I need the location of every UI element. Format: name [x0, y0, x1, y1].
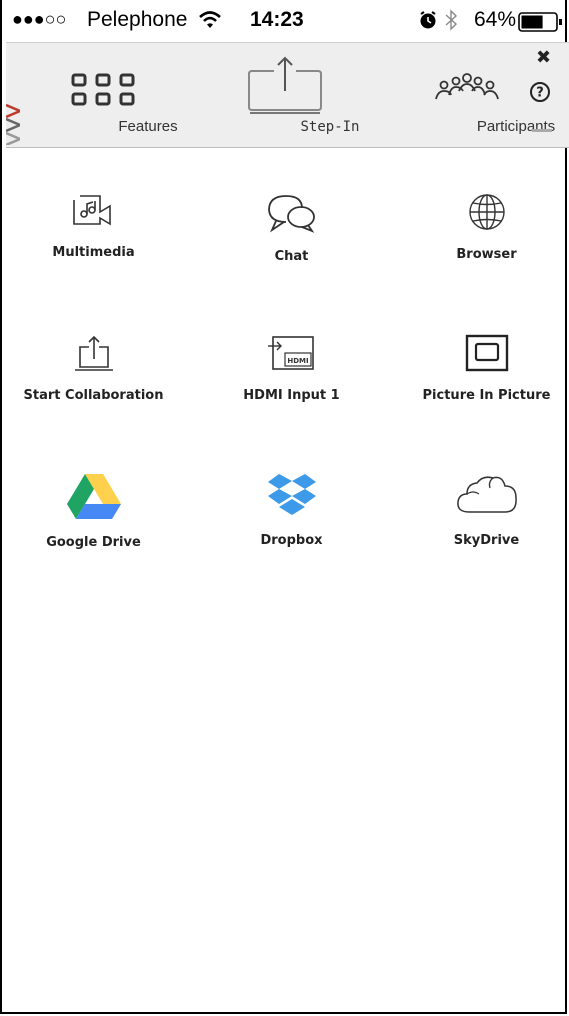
wifi-icon	[198, 10, 222, 36]
feature-label: HDMI Input 1	[243, 388, 340, 403]
google-drive-icon	[6, 472, 181, 525]
feature-label: Chat	[274, 249, 309, 264]
svg-text:HDMI: HDMI	[287, 357, 308, 365]
cloud-icon	[399, 472, 569, 523]
help-icon[interactable]: ?	[529, 81, 551, 108]
battery-percent: 64%	[474, 8, 517, 31]
feature-label: Dropbox	[260, 533, 323, 548]
feature-start-collaboration[interactable]: Start Collaboration	[6, 333, 181, 403]
tab-features[interactable]: Features	[58, 43, 178, 149]
feature-label: Multimedia	[52, 245, 135, 260]
tab-step-in[interactable]: Step-In	[240, 43, 360, 149]
feature-label: Google Drive	[46, 535, 141, 550]
feature-google-drive[interactable]: Google Drive	[6, 472, 181, 550]
feature-label: SkyDrive	[453, 533, 520, 548]
feature-label: Browser	[456, 247, 517, 262]
app-logo-icon	[5, 101, 24, 150]
hdmi-icon: HDMI	[204, 333, 379, 378]
feature-dropbox[interactable]: Dropbox	[204, 472, 379, 548]
picture-in-picture-icon	[399, 333, 569, 378]
minimize-icon[interactable]	[532, 129, 552, 132]
tab-participants[interactable]: Participants	[416, 43, 555, 149]
clock-time: 14:23	[250, 8, 304, 31]
feature-browser[interactable]: Browser	[399, 192, 569, 262]
multimedia-icon	[6, 192, 181, 235]
feature-picture-in-picture[interactable]: Picture In Picture	[399, 333, 569, 403]
feature-chat[interactable]: Chat	[204, 192, 379, 264]
feature-label: Start Collaboration	[23, 388, 164, 403]
chat-icon	[204, 192, 379, 239]
tab-features-label: Features	[118, 118, 178, 135]
globe-icon	[399, 192, 569, 237]
grid-icon	[71, 73, 137, 112]
screen-upload-icon	[244, 55, 326, 118]
feature-skydrive[interactable]: SkyDrive	[399, 472, 569, 548]
share-upload-icon	[6, 333, 181, 378]
status-bar: ●●●○○ Pelephone 14:23 64%	[0, 0, 569, 42]
feature-toolbar: Features Step-In Participants ✖ ?	[5, 42, 569, 150]
feature-label: Picture In Picture	[422, 388, 551, 403]
feature-hdmi-input-1[interactable]: HDMI HDMI Input 1	[204, 333, 379, 403]
bluetooth-icon	[444, 9, 458, 37]
tab-participants-label: Participants	[476, 118, 556, 135]
signal-strength: ●●●○○	[12, 9, 67, 29]
carrier-name: Pelephone	[87, 8, 188, 31]
tab-step-in-label: Step-In	[300, 119, 360, 135]
step-in-underline	[250, 112, 320, 114]
dropbox-icon	[204, 472, 379, 523]
battery-icon	[518, 12, 564, 38]
close-icon[interactable]: ✖	[536, 47, 551, 68]
svg-text:?: ?	[536, 86, 544, 101]
feature-multimedia[interactable]: Multimedia	[6, 192, 181, 260]
alarm-icon	[418, 10, 438, 36]
participants-icon	[434, 73, 500, 108]
